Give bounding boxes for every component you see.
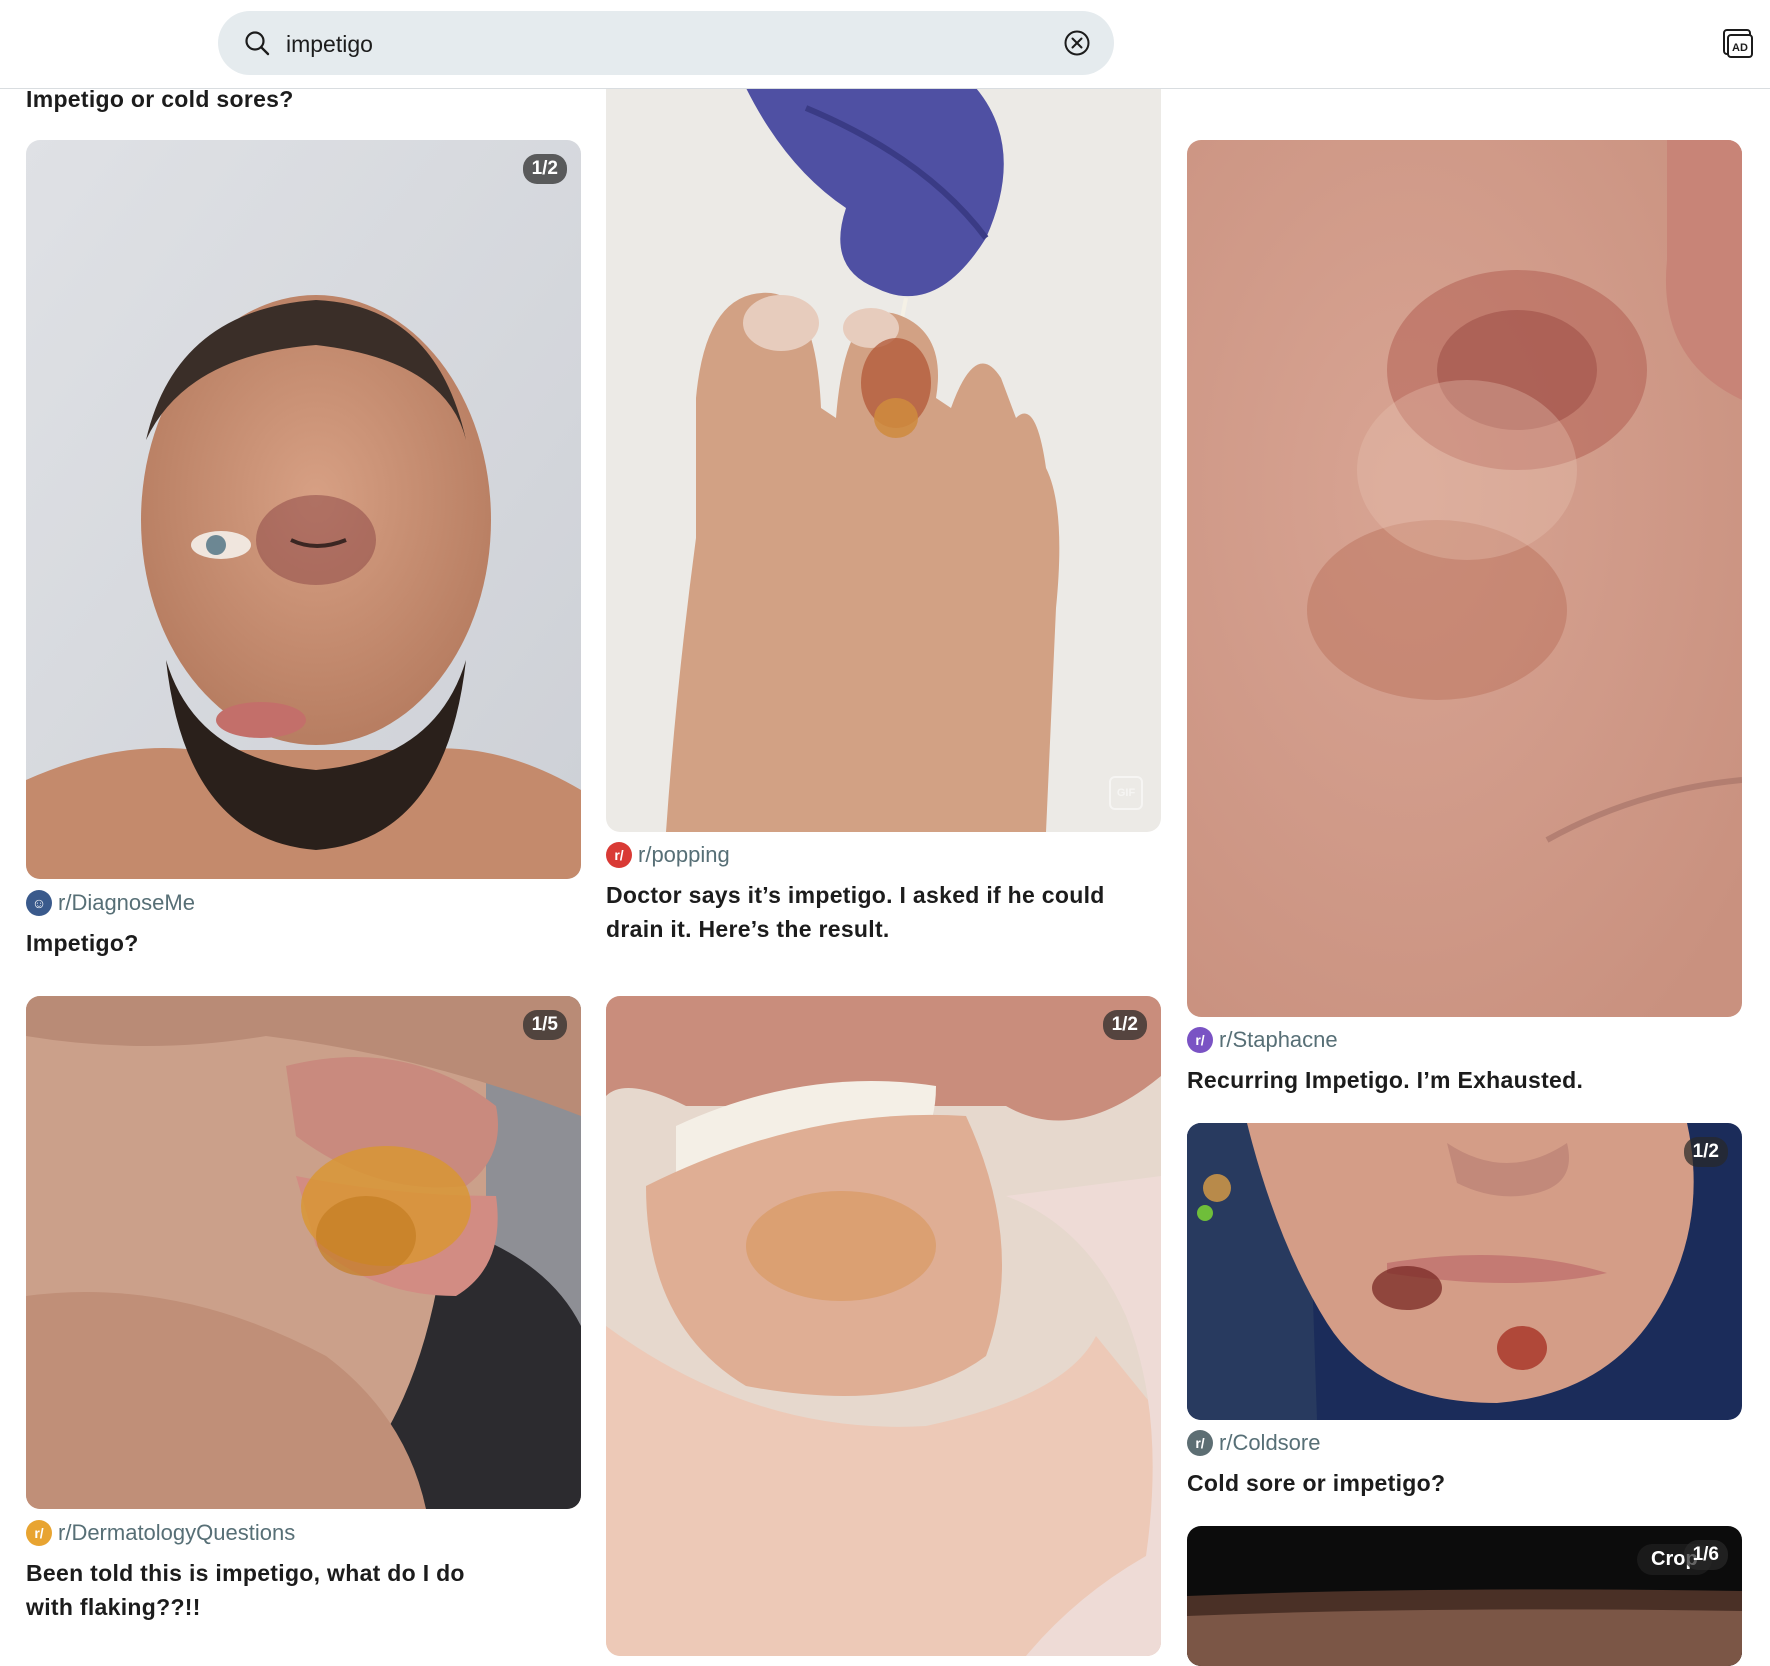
post-title[interactable]: Been told this is impetigo, what do I do… [26, 1556, 506, 1624]
subreddit-link[interactable]: r/ r/Staphacne [1187, 1026, 1338, 1054]
ad-label: AD [1732, 42, 1748, 54]
post-image[interactable]: 1/2 [26, 140, 581, 879]
gallery-count-badge: 1/6 [1683, 1540, 1728, 1570]
subreddit-avatar-icon: r/ [1187, 1430, 1213, 1456]
subreddit-avatar-icon: r/ [606, 842, 632, 868]
chin-photo [606, 996, 1161, 1656]
lip-photo [26, 996, 581, 1509]
clear-circle-icon[interactable] [1063, 29, 1091, 57]
post-image[interactable]: Crop 1/6 [1187, 1526, 1742, 1666]
top-bar: AD [0, 0, 1770, 89]
gallery-count-badge: 1/2 [1102, 1010, 1147, 1040]
ad-icon[interactable]: AD [1722, 28, 1754, 60]
subreddit-link[interactable]: r/ r/Coldsore [1187, 1429, 1320, 1457]
gallery-count-badge: 1/2 [522, 154, 567, 184]
subreddit-name: r/DiagnoseMe [58, 890, 195, 915]
subreddit-link[interactable]: r/ r/DermatologyQuestions [26, 1519, 295, 1547]
foot-photo [606, 88, 1161, 832]
cheek-photo [1187, 140, 1742, 1017]
post-title[interactable]: Impetigo? [26, 926, 581, 960]
post-image[interactable] [1187, 140, 1742, 1017]
subreddit-avatar-icon: r/ [26, 1520, 52, 1546]
subreddit-name: r/DermatologyQuestions [58, 1520, 296, 1545]
search-icon [245, 31, 270, 56]
post-image[interactable]: 1/2 [1187, 1123, 1742, 1420]
face-photo [26, 140, 581, 879]
subreddit-name: r/popping [638, 842, 730, 867]
subreddit-avatar-icon: ☺ [26, 890, 52, 916]
post-title[interactable]: Cold sore or impetigo? [1187, 1466, 1742, 1500]
gallery-count-badge: 1/2 [1683, 1137, 1728, 1167]
ad-icon-graphic: AD [1723, 29, 1753, 58]
subreddit-avatar-icon: r/ [1187, 1027, 1213, 1053]
gallery-count-badge: 1/5 [522, 1010, 567, 1040]
post-image[interactable]: GIF [606, 88, 1161, 832]
post-title[interactable]: Doctor says it’s impetigo. I asked if he… [606, 878, 1151, 946]
subreddit-link[interactable]: ☺ r/DiagnoseMe [26, 889, 195, 917]
post-image[interactable]: 1/2 [606, 996, 1161, 1656]
subreddit-name: r/Staphacne [1219, 1027, 1338, 1052]
search-input[interactable] [284, 23, 1048, 65]
post-image[interactable]: 1/5 [26, 996, 581, 1509]
subreddit-link[interactable]: r/ r/popping [606, 841, 730, 869]
subreddit-name: r/Coldsore [1219, 1430, 1321, 1455]
gif-badge: GIF [1109, 776, 1143, 810]
child-face-photo [1187, 1123, 1742, 1420]
post-title[interactable]: Recurring Impetigo. I’m Exhausted. [1187, 1063, 1742, 1097]
search-bar[interactable] [218, 11, 1114, 75]
